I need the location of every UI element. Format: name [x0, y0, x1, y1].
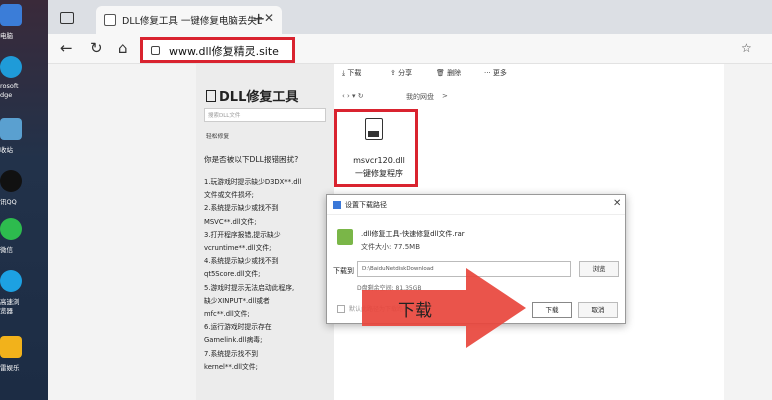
download-tool-label: 下载	[347, 69, 362, 77]
list-item: Gamelink.dll病毒;	[204, 336, 263, 345]
desktop-icon-label: 雷娱乐	[0, 364, 20, 372]
address-bar[interactable]: www.dll修复精灵.site	[140, 37, 295, 63]
home-button[interactable]: ⌂	[118, 39, 128, 57]
default-path-checkbox[interactable]	[337, 305, 345, 313]
tab-bar: DLL修复工具 一键修复电脑丢失DLL文件 ✕ +	[48, 0, 772, 34]
tab-close-icon[interactable]: ✕	[264, 11, 274, 25]
list-item: mfc**.dll文件;	[204, 310, 250, 319]
nav-bar: ← ↻ ⌂ www.dll修复精灵.site ☆	[48, 34, 772, 64]
desktop-icon-label: 收站	[0, 146, 13, 154]
download-button[interactable]: 下载	[532, 302, 572, 318]
download-tool[interactable]: ⤓ 下载	[342, 68, 361, 78]
dll-file-icon	[365, 118, 383, 140]
game-icon	[0, 336, 22, 358]
desktop-strip: 电脑 rosoft dge 收站 讯QQ 微信 高速浏 览器 雷娱乐	[0, 0, 48, 400]
list-item: vcruntime**.dll文件;	[204, 244, 272, 253]
desktop-icon-label: 微信	[0, 246, 13, 254]
breadcrumb-nav-icons[interactable]: ‹ › ▾ ↻	[342, 92, 364, 100]
path-label: 下载到	[333, 267, 354, 275]
list-item: 1.玩游戏时提示缺少D3DX**.dll	[204, 178, 302, 186]
list-item: 7.系统提示找不到	[204, 349, 259, 358]
dll-search-input[interactable]: 搜索DLL文件	[204, 108, 326, 122]
dialog-app-icon	[333, 201, 341, 209]
list-item: qt5Score.dll文件;	[204, 270, 261, 279]
more-tool[interactable]: ··· 更多	[484, 68, 507, 78]
breadcrumb-root[interactable]: 我的网盘	[406, 92, 434, 102]
article-title: DLL修复工具	[206, 86, 298, 105]
favorites-icon[interactable]: ☆	[741, 41, 752, 55]
list-item: 2.系统提示缺少或找不到	[204, 204, 279, 213]
annotation-label: 下载	[398, 301, 432, 321]
tab-title: DLL修复工具 一键修复电脑丢失DLL文件	[122, 16, 262, 27]
desktop-icon-label: rosoft	[0, 82, 19, 90]
url-text: www.dll修复精灵.site	[169, 45, 279, 58]
desktop-icon-label: dge	[0, 91, 13, 99]
article-panel: DLL修复工具 搜索DLL文件 轻松修复 你是否被以下DLL报错困扰? 1.玩游…	[196, 64, 334, 400]
breadcrumb-separator: >	[442, 92, 448, 100]
breadcrumb: ‹ › ▾ ↻ 我的网盘 >	[334, 88, 724, 108]
article-question: 你是否被以下DLL报错困扰?	[204, 155, 299, 164]
file-name: msvcr120.dll	[353, 156, 405, 165]
list-item: 缺少XINPUT*.dll或者	[204, 296, 270, 305]
list-item: 6.运行游戏时提示存在	[204, 323, 272, 332]
archive-file-icon	[337, 229, 353, 245]
desktop-icon-label: 讯QQ	[0, 198, 17, 206]
error-list: 1.玩游戏时提示缺少D3DX**.dll 文件或文件损坏; 2.系统提示缺少或找…	[204, 176, 330, 374]
dialog-file-size: 文件大小: 77.5MB	[361, 243, 421, 251]
delete-tool-label: 删除	[447, 69, 462, 77]
list-item: 4.系统提示缺少或找不到	[204, 257, 279, 266]
edge-icon	[0, 56, 22, 78]
article-title-text: DLL修复工具	[219, 90, 299, 105]
share-tool-label: 分享	[398, 69, 413, 77]
computer-icon	[0, 4, 22, 26]
article-subtitle: 轻松修复	[206, 134, 230, 140]
recycle-bin-icon	[0, 118, 22, 140]
wechat-icon	[0, 218, 22, 240]
browser-icon	[0, 270, 22, 292]
desktop-icon-label: 电脑	[0, 32, 13, 40]
list-item: 文件或文件损坏;	[204, 191, 254, 200]
share-tool[interactable]: ⇪ 分享	[390, 68, 412, 78]
tab-actions-icon[interactable]	[60, 12, 74, 24]
page-favicon-icon	[104, 14, 116, 26]
dialog-title-bar: 设置下载路径 ✕	[327, 195, 625, 215]
desktop-icon-label: 览器	[0, 307, 13, 315]
document-icon	[206, 90, 216, 102]
cancel-button[interactable]: 取消	[578, 302, 618, 318]
list-item: kernel**.dll文件;	[204, 362, 258, 371]
file-item-msvcr120[interactable]: msvcr120.dll 一键修复程序	[334, 109, 418, 187]
delete-tool[interactable]: 🗑 删除	[436, 68, 461, 78]
refresh-button[interactable]: ↻	[90, 39, 103, 57]
dialog-file-name: .dll修复工具-快速修复dll文件.rar	[361, 230, 465, 238]
file-toolbar: ⤓ 下载 ⇪ 分享 🗑 删除 ··· 更多	[334, 64, 724, 84]
file-subtitle: 一键修复程序	[355, 169, 403, 178]
dialog-title: 设置下载路径	[345, 201, 387, 209]
back-button[interactable]: ←	[60, 39, 73, 57]
list-item: MSVC**.dll文件;	[204, 217, 257, 226]
arrow-shape	[362, 268, 526, 348]
more-tool-label: 更多	[492, 69, 507, 77]
dialog-close-icon[interactable]: ✕	[613, 198, 621, 209]
list-item: 5.游戏时提示无法启动此程序,	[204, 283, 295, 292]
lock-icon	[151, 46, 160, 55]
list-item: 3.打开程序报错,提示缺少	[204, 230, 281, 239]
qq-icon	[0, 170, 22, 192]
annotation-arrow-icon	[362, 268, 526, 348]
browse-button[interactable]: 浏览	[579, 261, 619, 277]
new-tab-button[interactable]: +	[252, 9, 265, 28]
